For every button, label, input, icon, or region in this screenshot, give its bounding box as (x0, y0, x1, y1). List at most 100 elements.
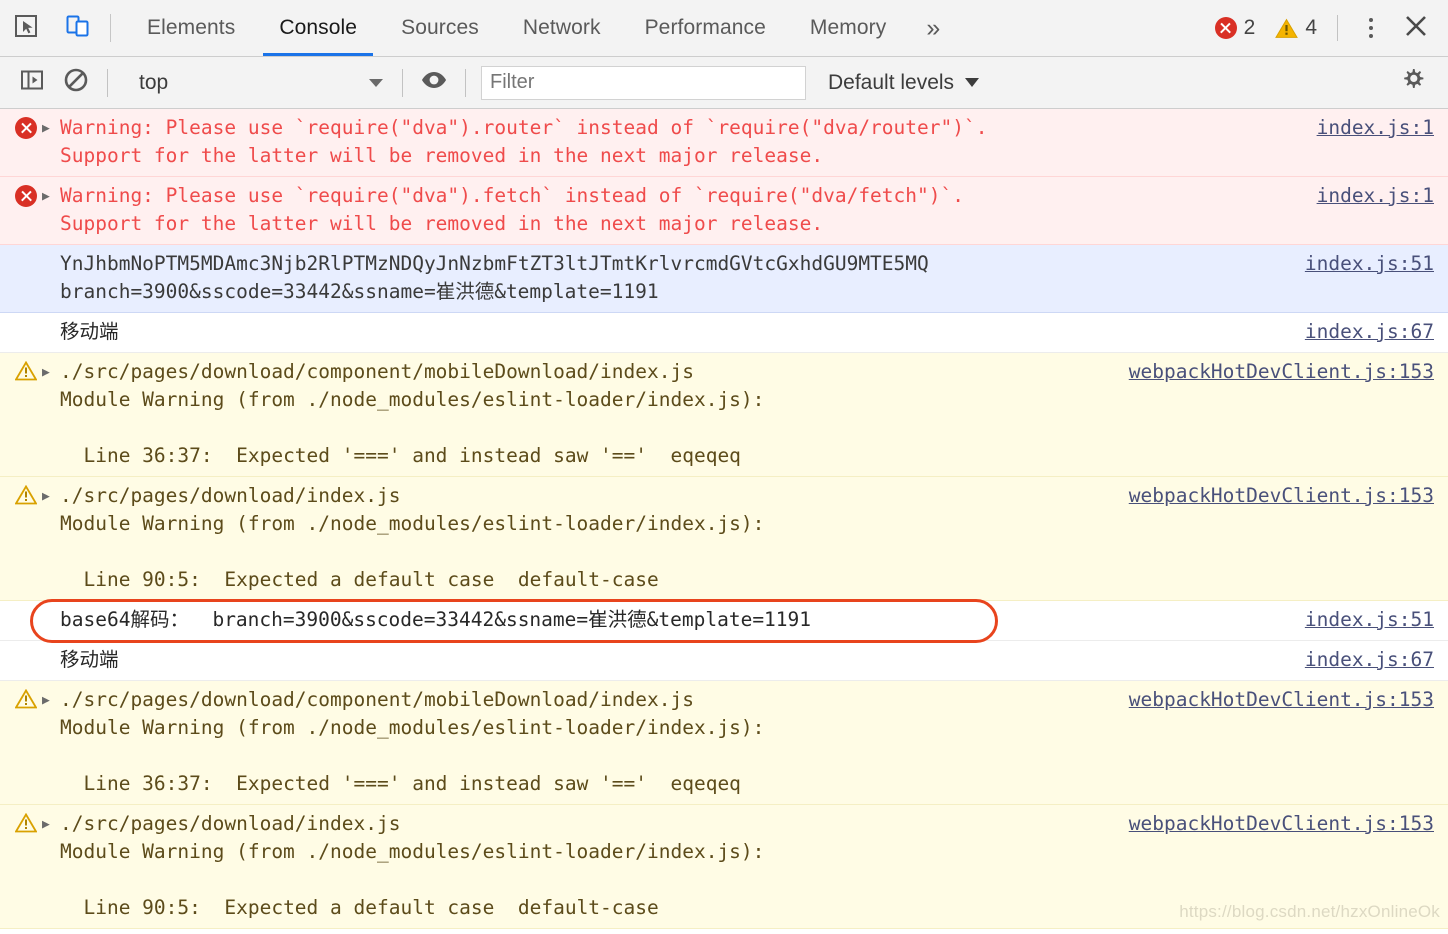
message-indent (42, 250, 60, 252)
message-gutter (10, 318, 42, 321)
console-message-text: ./src/pages/download/index.js Module War… (60, 812, 765, 919)
console-message-info[interactable]: YnJhbmNoPTM5MDAmc3Njb2RlPTMzNDQyJnNzbmFt… (0, 245, 1448, 313)
more-tabs-button[interactable]: » (908, 0, 958, 56)
source-link[interactable]: index.js:67 (1305, 646, 1434, 674)
error-circle-icon (1214, 17, 1237, 39)
tab-network[interactable]: Network (501, 0, 623, 56)
kebab-dot (1369, 18, 1373, 22)
message-indent (42, 606, 60, 608)
kebab-dot (1369, 34, 1373, 38)
console-message-log[interactable]: base64解码： branch=3900&sscode=33442&ssnam… (0, 601, 1448, 641)
message-gutter (10, 646, 42, 649)
more-options-button[interactable] (1354, 11, 1388, 45)
error-circle-icon (10, 182, 42, 207)
console-message-text: ./src/pages/download/component/mobileDow… (60, 360, 765, 467)
close-devtools-button[interactable] (1398, 10, 1434, 46)
console-sidebar-toggle[interactable] (10, 63, 54, 103)
console-message-error[interactable]: ▶ Warning: Please use `require("dva").fet… (0, 177, 1448, 245)
source-link[interactable]: index.js:51 (1305, 250, 1434, 278)
toolbar-divider (402, 68, 403, 97)
settings-button[interactable] (1394, 64, 1432, 102)
close-icon (1402, 12, 1430, 45)
eye-icon (420, 69, 448, 96)
tab-sources-label: Sources (401, 16, 479, 39)
error-count-value: 2 (1243, 16, 1256, 39)
tab-sources[interactable]: Sources (379, 0, 501, 56)
console-message-text: YnJhbmNoPTM5MDAmc3Njb2RlPTMzNDQyJnNzbmFt… (60, 252, 929, 303)
settings-gear-icon (1398, 65, 1428, 100)
console-message-text: base64解码： branch=3900&sscode=33442&ssnam… (60, 608, 812, 631)
toolbar-divider (110, 14, 111, 42)
warning-triangle-icon (1275, 18, 1299, 39)
tab-console[interactable]: Console (257, 0, 379, 56)
source-link[interactable]: index.js:51 (1305, 606, 1434, 634)
execution-context-value: top (139, 70, 169, 94)
source-link[interactable]: index.js:67 (1305, 318, 1434, 346)
source-link[interactable]: webpackHotDevClient.js:153 (1129, 810, 1434, 838)
console-message-text: 移动端 (60, 648, 119, 671)
console-message-text: Warning: Please use `require("dva").fetc… (60, 184, 964, 235)
more-tabs-label: » (926, 13, 941, 42)
tabbar-right-controls: 2 4 (1211, 0, 1448, 56)
expand-triangle-icon[interactable]: ▶ (42, 114, 60, 142)
console-message-error[interactable]: ▶ Warning: Please use `require("dva").rou… (0, 109, 1448, 177)
log-levels-select[interactable]: Default levels (828, 70, 980, 95)
console-message-text: 移动端 (60, 320, 119, 343)
console-message-warn[interactable]: ▶ ./src/pages/download/component/mobileDo… (0, 353, 1448, 477)
message-indent (42, 318, 60, 320)
device-toolbar-icon (65, 13, 91, 44)
error-circle-icon (15, 185, 37, 207)
source-link[interactable]: webpackHotDevClient.js:153 (1129, 358, 1434, 386)
devtools-window: Elements Console Sources Network Perform… (0, 0, 1448, 934)
source-link[interactable]: webpackHotDevClient.js:153 (1129, 686, 1434, 714)
clear-console-button[interactable] (54, 63, 98, 103)
clear-console-icon (63, 67, 89, 98)
inspect-cursor-icon (13, 13, 39, 44)
console-message-log[interactable]: 移动端 index.js:67 (0, 313, 1448, 353)
expand-triangle-icon[interactable]: ▶ (42, 182, 60, 210)
console-message-text: Warning: Please use `require("dva").rout… (60, 116, 988, 167)
console-message-warn[interactable]: ▶ ./src/pages/download/index.js Module Wa… (0, 805, 1448, 929)
panel-tabs: Elements Console Sources Network Perform… (125, 0, 958, 56)
source-link[interactable]: webpackHotDevClient.js:153 (1129, 482, 1434, 510)
error-circle-icon (10, 114, 42, 139)
console-message-warn[interactable]: ▶ ./src/pages/download/index.js Module Wa… (0, 477, 1448, 601)
filter-input[interactable] (481, 65, 806, 100)
toolbar-divider (465, 68, 466, 97)
toolbar-divider (107, 68, 108, 97)
warning-count-value: 4 (1305, 16, 1317, 39)
expand-triangle-icon[interactable]: ▶ (42, 358, 60, 386)
source-link[interactable]: index.js:1 (1317, 182, 1434, 210)
inspect-element-button[interactable] (0, 0, 52, 56)
tab-memory[interactable]: Memory (788, 0, 908, 56)
console-message-text: ./src/pages/download/index.js Module War… (60, 484, 765, 591)
message-gutter (10, 250, 42, 253)
console-message-text: ./src/pages/download/component/mobileDow… (60, 688, 765, 795)
log-levels-value: Default levels (828, 70, 955, 94)
tab-performance-label: Performance (644, 16, 766, 39)
expand-triangle-icon[interactable]: ▶ (42, 810, 60, 838)
source-link[interactable]: index.js:1 (1317, 114, 1434, 142)
tab-network-label: Network (522, 16, 601, 39)
execution-context-select[interactable]: top (121, 66, 393, 100)
tab-elements[interactable]: Elements (125, 0, 257, 56)
console-message-warn[interactable]: ▶ ./src/pages/download/component/mobileDo… (0, 681, 1448, 805)
expand-triangle-icon[interactable]: ▶ (42, 686, 60, 714)
live-expression-button[interactable] (412, 63, 456, 103)
console-message-list[interactable]: ▶ Warning: Please use `require("dva").rou… (0, 109, 1448, 934)
tab-performance[interactable]: Performance (623, 0, 788, 56)
warning-triangle-icon (10, 810, 42, 833)
chevron-down-icon (369, 78, 383, 87)
expand-triangle-icon[interactable]: ▶ (42, 482, 60, 510)
tab-console-label: Console (279, 16, 358, 39)
kebab-dot (1369, 26, 1373, 30)
warning-triangle-icon (10, 358, 42, 381)
console-toolbar: top Default levels (0, 57, 1448, 109)
device-toolbar-button[interactable] (52, 0, 104, 56)
console-sidebar-icon (19, 67, 45, 98)
error-count-badge[interactable]: 2 (1211, 16, 1260, 40)
message-indent (42, 646, 60, 648)
console-message-log[interactable]: 移动端 index.js:67 (0, 641, 1448, 681)
warning-triangle-icon (10, 686, 42, 709)
warning-count-badge[interactable]: 4 (1271, 16, 1321, 40)
